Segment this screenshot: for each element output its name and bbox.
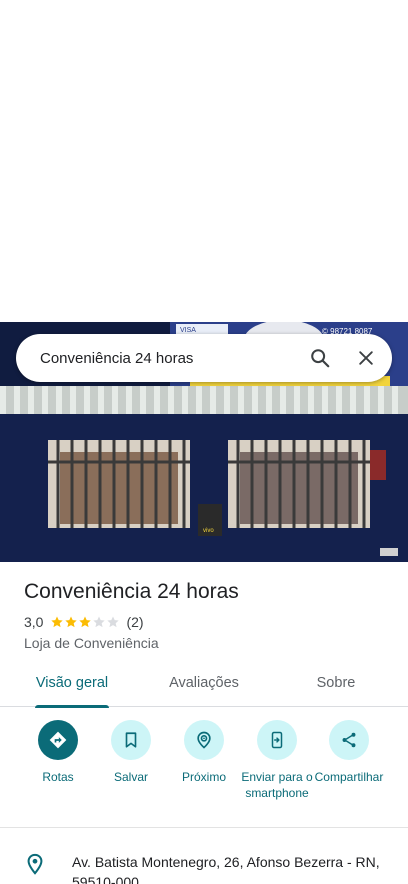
place-title: Conveniência 24 horas (24, 580, 239, 603)
bookmark-icon (125, 732, 137, 748)
star-filled-icon (79, 616, 92, 628)
search-icon (311, 349, 330, 368)
active-tab-indicator (35, 705, 109, 708)
directions-button[interactable]: Rotas (18, 720, 98, 785)
location-pin-icon (27, 853, 43, 875)
action-label: Enviar para o smartphone (241, 770, 313, 800)
send-to-phone-circle[interactable] (257, 720, 297, 760)
share-icon (342, 732, 356, 748)
tab-label: Sobre (316, 675, 356, 691)
address-text: Av. Batista Montenegro, 26, Afonso Bezer… (72, 854, 380, 884)
tab-bar: Visão geral Avaliações Sobre (0, 664, 408, 708)
search-input[interactable]: Conveniência 24 horas (16, 350, 300, 367)
star-empty-icon (107, 616, 120, 628)
rating-stars (50, 615, 120, 629)
maps-place-screen: { "search": { "query": "Conveniência 24 … (0, 0, 408, 884)
nearby-button[interactable]: Próximo (164, 720, 244, 785)
tab-label: Visão geral (35, 675, 109, 691)
action-label: Compartilhar (314, 770, 384, 784)
tab-label: Avaliações (169, 675, 239, 691)
rating-value: 3,0 (24, 614, 44, 630)
search-button[interactable] (300, 338, 340, 378)
save-circle[interactable] (111, 720, 151, 760)
clear-button[interactable] (346, 338, 386, 378)
star-filled-icon (51, 616, 64, 628)
tab-avaliacoes[interactable]: Avaliações (166, 675, 242, 707)
action-label: Próximo (181, 770, 226, 784)
rating-row[interactable]: 3,0 (2) (24, 614, 144, 630)
send-to-phone-button[interactable]: Enviar para o smartphone (237, 720, 317, 801)
send-to-phone-icon (271, 731, 283, 749)
review-count: (2) (126, 614, 144, 630)
search-bar[interactable]: Conveniência 24 horas (16, 334, 392, 382)
action-label: Rotas (42, 770, 74, 784)
nearby-icon (197, 731, 211, 749)
directions-icon (49, 731, 67, 749)
section-divider (0, 827, 408, 828)
star-filled-icon (65, 616, 78, 628)
share-button[interactable]: Compartilhar (310, 720, 388, 785)
place-category[interactable]: Loja de Conveniência (24, 635, 159, 651)
tab-sobre[interactable]: Sobre (312, 675, 360, 707)
sign-visa-text: VISA (180, 327, 196, 334)
share-circle[interactable] (329, 720, 369, 760)
action-label: Salvar (113, 770, 148, 784)
directions-circle[interactable] (38, 720, 78, 760)
action-bar: Rotas Salvar Próximo Enviar para o smart… (0, 720, 408, 820)
nearby-circle[interactable] (184, 720, 224, 760)
sign-vivo-text: vivo (203, 528, 214, 534)
star-empty-icon (93, 616, 106, 628)
tab-visao-geral[interactable]: Visão geral (35, 675, 109, 708)
close-icon (359, 351, 373, 365)
save-button[interactable]: Salvar (91, 720, 171, 785)
